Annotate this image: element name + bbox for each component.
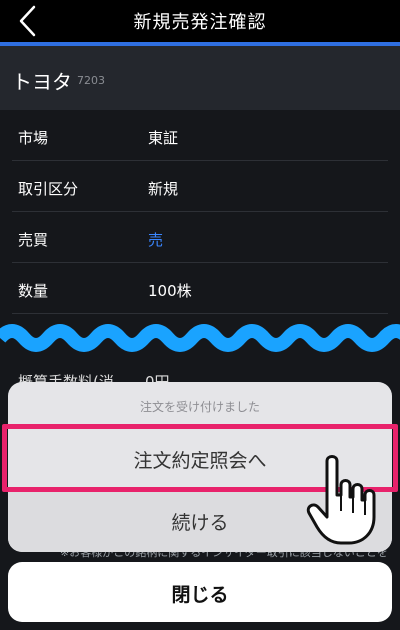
detail-value: 売 bbox=[148, 231, 164, 249]
stock-header: トヨタ 7203 bbox=[0, 46, 400, 110]
detail-value: 東証 bbox=[148, 129, 179, 147]
top-bar: 新規売発注確認 bbox=[0, 0, 400, 42]
order-details: 市場 東証 取引区分 新規 売買 売 数量 100株 bbox=[0, 110, 400, 314]
detail-row-market: 市場 東証 bbox=[12, 110, 388, 161]
wave-divider bbox=[0, 324, 400, 352]
page-title: 新規売発注確認 bbox=[133, 12, 267, 33]
close-button[interactable]: 閉じる bbox=[8, 562, 392, 622]
detail-row-trade-type: 取引区分 新規 bbox=[12, 161, 388, 212]
detail-label: 売買 bbox=[18, 231, 49, 249]
detail-row-quantity: 数量 100株 bbox=[12, 263, 388, 314]
detail-row-side: 売買 売 bbox=[12, 212, 388, 263]
detail-value: 100株 bbox=[148, 282, 192, 300]
detail-label: 数量 bbox=[18, 282, 49, 300]
detail-label: 市場 bbox=[18, 129, 49, 147]
detail-label: 取引区分 bbox=[18, 180, 79, 198]
pointing-hand-icon bbox=[306, 455, 376, 545]
stock-code: 7203 bbox=[77, 74, 105, 87]
stock-name: トヨタ bbox=[12, 70, 72, 94]
detail-value: 新規 bbox=[148, 180, 179, 198]
sheet-message: 注文を受け付けました bbox=[8, 382, 392, 428]
